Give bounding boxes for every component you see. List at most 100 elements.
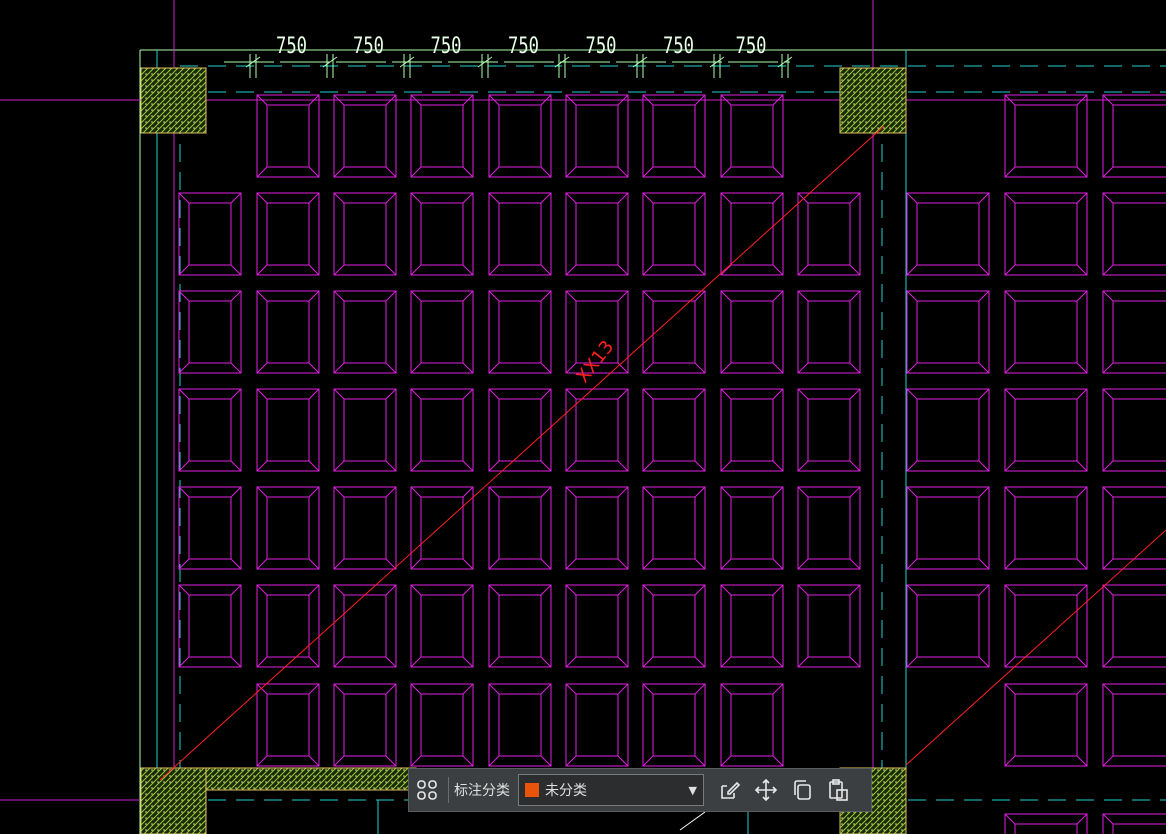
- waffle-cell: [256, 486, 320, 570]
- waffle-cell: [565, 94, 629, 178]
- waffle-cell: [797, 192, 861, 276]
- category-color-swatch: [525, 783, 539, 797]
- waffle-cell: [720, 584, 784, 668]
- waffle-cell: [720, 94, 784, 178]
- copy-icon[interactable]: [784, 772, 820, 808]
- waffle-cell: [1102, 486, 1166, 570]
- cad-canvas[interactable]: 750 750 750 750 750 750 750 XX13: [0, 0, 1166, 834]
- waffle-cell: [797, 486, 861, 570]
- dimension-label: 750: [276, 33, 307, 59]
- waffle-cell: [488, 192, 552, 276]
- waffle-cell: [178, 486, 242, 570]
- waffle-cell: [410, 486, 474, 570]
- waffle-cell: [1004, 192, 1088, 276]
- waffle-cell: [1102, 290, 1166, 374]
- waffle-cell: [488, 683, 552, 767]
- waffle-cell: [256, 683, 320, 767]
- waffle-cell: [256, 388, 320, 472]
- waffle-cell: [1102, 683, 1166, 767]
- leader-line: [679, 811, 706, 831]
- waffle-cell: [333, 683, 397, 767]
- dimension-label: 750: [431, 33, 462, 59]
- waffle-cell: [720, 486, 784, 570]
- dimension-label: 750: [353, 33, 384, 59]
- waffle-cell: [256, 94, 320, 178]
- waffle-cell: [642, 486, 706, 570]
- waffle-cell: [333, 290, 397, 374]
- waffle-cell: [1004, 813, 1088, 834]
- waffle-cell: [642, 584, 706, 668]
- waffle-cell: [178, 290, 242, 374]
- waffle-cell: [410, 192, 474, 276]
- waffle-cell: [1004, 290, 1088, 374]
- quick-select-icon[interactable]: [409, 772, 445, 808]
- waffle-cell: [1004, 388, 1088, 472]
- waffle-cell: [720, 683, 784, 767]
- dimension-label: 750: [736, 33, 767, 59]
- waffle-cell: [1102, 192, 1166, 276]
- waffle-cell: [488, 486, 552, 570]
- waffle-cell: [797, 388, 861, 472]
- waffle-cell: [256, 584, 320, 668]
- waffle-cell: [178, 388, 242, 472]
- waffle-cell: [333, 388, 397, 472]
- paste-icon[interactable]: [820, 772, 856, 808]
- edit-icon[interactable]: [712, 772, 748, 808]
- category-value: 未分类: [545, 783, 587, 799]
- waffle-cell: [906, 192, 990, 276]
- waffle-cell: [642, 192, 706, 276]
- waffle-cell: [642, 94, 706, 178]
- waffle-cell: [642, 290, 706, 374]
- waffle-cell: [565, 584, 629, 668]
- waffle-cell: [906, 388, 990, 472]
- waffle-cell: [1102, 94, 1166, 178]
- waffle-cell: [333, 486, 397, 570]
- waffle-cell: [256, 290, 320, 374]
- annotation-toolbar: 标注分类 未分类 ▼: [408, 768, 872, 812]
- waffle-cell: [410, 94, 474, 178]
- waffle-cell: [488, 584, 552, 668]
- waffle-cell: [565, 388, 629, 472]
- waffle-cell: [565, 192, 629, 276]
- waffle-cell: [720, 290, 784, 374]
- waffle-cell: [410, 388, 474, 472]
- waffle-cell: [256, 192, 320, 276]
- waffle-cell: [333, 94, 397, 178]
- waffle-cell: [178, 192, 242, 276]
- waffle-cell: [333, 584, 397, 668]
- waffle-cell: [488, 290, 552, 374]
- waffle-cell: [1102, 388, 1166, 472]
- dimension-label: 750: [586, 33, 617, 59]
- waffle-cell: [410, 683, 474, 767]
- waffle-cell: [178, 584, 242, 668]
- waffle-cell: [642, 683, 706, 767]
- waffle-cell: [565, 683, 629, 767]
- waffle-cell: [797, 290, 861, 374]
- waffle-cell: [906, 486, 990, 570]
- move-icon[interactable]: [748, 772, 784, 808]
- waffle-cell: [410, 290, 474, 374]
- waffle-cell: [565, 486, 629, 570]
- dimension-row: 750 750 750 750 750 750 750: [224, 33, 793, 78]
- waffle-cell: [642, 388, 706, 472]
- waffle-cell: [797, 584, 861, 668]
- waffle-cell: [410, 584, 474, 668]
- waffle-cell: [1102, 584, 1166, 668]
- waffle-cell: [1004, 584, 1088, 668]
- dimension-label: 750: [508, 33, 539, 59]
- waffle-cell: [906, 290, 990, 374]
- dimension-label: 750: [663, 33, 694, 59]
- waffle-cell: [720, 388, 784, 472]
- waffle-cell: [1102, 813, 1166, 834]
- waffle-cells: [178, 94, 1166, 834]
- waffle-cell: [488, 388, 552, 472]
- waffle-cell: [488, 94, 552, 178]
- waffle-cell: [1004, 486, 1088, 570]
- waffle-cell: [906, 584, 990, 668]
- category-dropdown[interactable]: 未分类 ▼: [518, 774, 704, 806]
- waffle-cell: [720, 192, 784, 276]
- annotation-category-label: 标注分类: [454, 783, 510, 799]
- waffle-cell: [1004, 94, 1088, 178]
- waffle-cell: [333, 192, 397, 276]
- toolbar-divider: [448, 777, 449, 803]
